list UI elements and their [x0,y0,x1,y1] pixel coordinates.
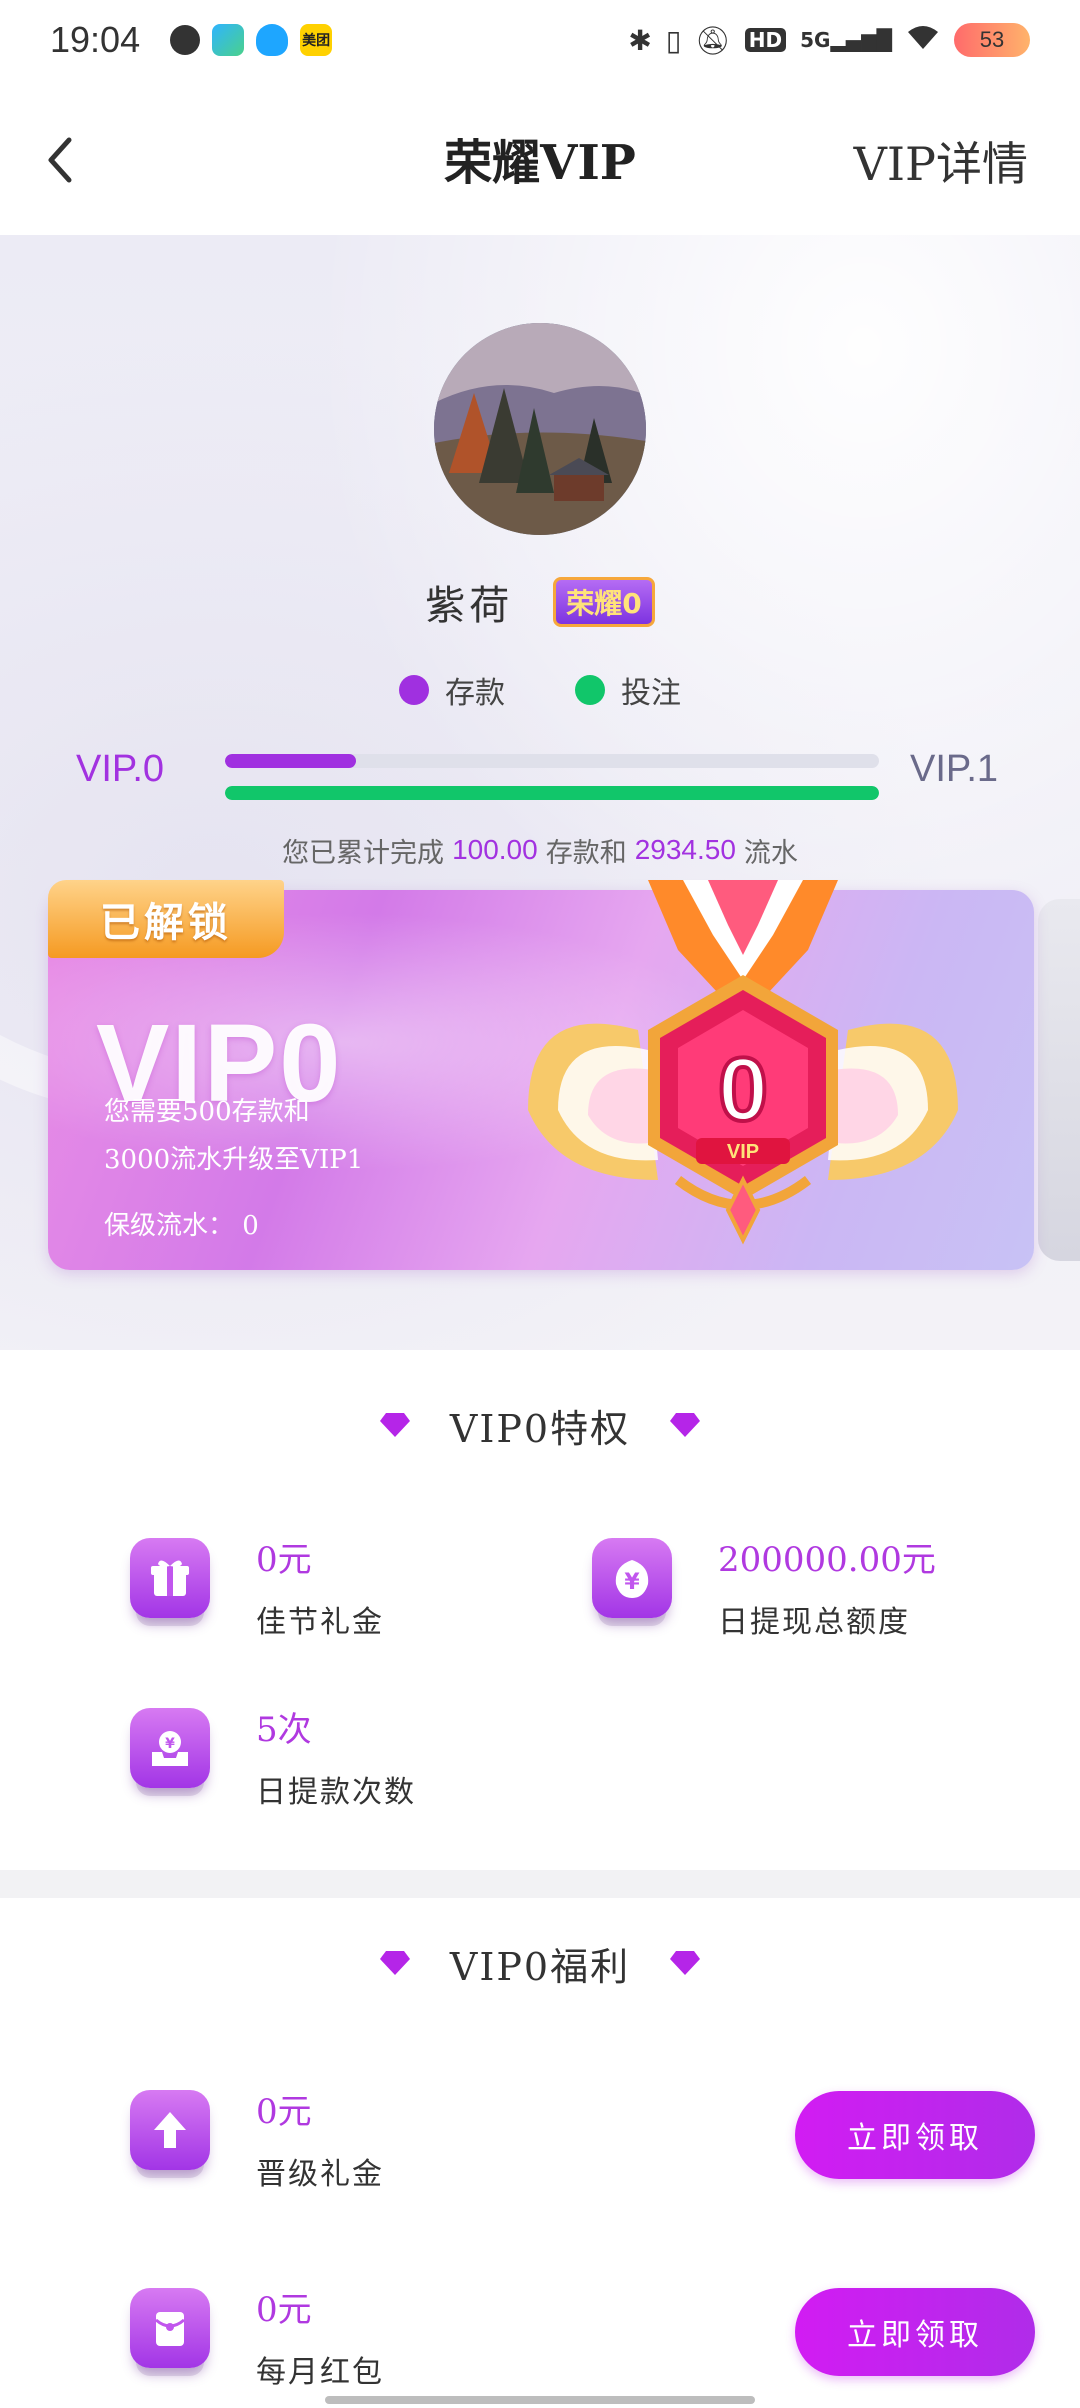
summary-middle: 存款和 [545,837,627,869]
bet-dot [575,675,605,705]
level-badge: 荣耀0 [553,577,655,627]
summary-prefix: 您已累计完成 [282,837,445,869]
vip-level-card[interactable]: 已解锁 VIP0 您需要500存款和 3000流水升级至VIP1 保级流水： 0 [48,880,1034,1270]
legend-bet-label: 投注 [621,676,681,711]
legend-deposit-label: 存款 [445,676,505,711]
monthly-red-envelope-value: 0元 [256,2290,312,2330]
bet-progress-fill [225,786,879,800]
app-header: 荣耀VIP VIP详情 [0,80,1080,235]
level-progress: VIP.0 VIP.1 [0,740,1080,820]
diamond-icon [670,1951,701,1975]
legend-bet: 投注 [575,668,681,712]
keep-level-turnover: 保级流水： 0 [104,1211,259,1241]
claim-upgrade-bonus-button[interactable]: 立即领取 [795,2091,1035,2179]
deposit-progress-bar [225,754,879,768]
vip-hero: 紫荷 荣耀0 存款 投注 VIP.0 VIP.1 您已累计完成 100.00 存… [0,235,1080,1350]
legend-deposit: 存款 [399,668,505,712]
privileges-section: VIP0特权 0元 佳节礼金 ¥ 200000.00元 日提现总额度 ¥ 5次 … [0,1350,1080,1870]
requirement-line-2: 3000流水升级至VIP1 [104,1145,364,1175]
avatar[interactable] [434,323,646,535]
home-indicator[interactable] [325,2396,755,2404]
welfare-item-upgrade-bonus: 0元 晋级礼金 [130,2080,384,2193]
privilege-item-holiday-gift: 0元 佳节礼金 [130,1528,384,1641]
radar-app-icon [212,24,245,56]
status-bar: 19:04 美团 ✱ ▯ 🔕︎ HD 5G▂▄▆█ 53 [0,0,1080,80]
progress-summary: 您已累计完成 100.00 存款和 2934.50 流水 [0,825,1080,875]
red-envelope-icon [130,2288,210,2368]
yen-bag-icon: ¥ [592,1538,672,1618]
bluetooth-icon: ✱ [628,23,652,57]
status-time: 19:04 [50,19,141,60]
privilege-item-daily-withdraw-count: ¥ 5次 日提款次数 [130,1698,416,1811]
bet-progress-bar [225,786,879,800]
gift-icon [130,1538,210,1618]
vibrate-icon: ▯ [665,23,682,57]
claim-monthly-red-envelope-button[interactable]: 立即领取 [795,2288,1035,2376]
requirement-line-1: 您需要500存款和 [104,1097,310,1127]
current-level-label: VIP.0 [76,748,165,790]
next-level-label: VIP.1 [910,748,999,790]
privileges-title: VIP0特权 [449,1406,631,1451]
medal-vip-text: VIP [727,1141,759,1163]
back-button[interactable] [30,125,90,195]
section-divider [0,1870,1080,1898]
upgrade-bonus-value: 0元 [256,2092,312,2132]
meituan-icon: 美团 [300,24,333,56]
nfc-icon [170,25,201,55]
summary-suffix: 流水 [743,837,798,869]
5g-signal-icon: 5G▂▄▆█ [800,28,892,52]
holiday-gift-label: 佳节礼金 [256,1605,384,1640]
profile-row: 紫荷 荣耀0 [0,567,1080,637]
vip-medal-icon: 0 VIP [528,880,958,1245]
hd-icon: HD [744,28,787,52]
diamond-icon [379,1951,410,1975]
deposit-amount: 100.00 [452,834,538,865]
welfare-item-monthly-red-envelope: 0元 每月红包 [130,2278,384,2391]
welfare-title: VIP0福利 [449,1944,631,1989]
battery-indicator: 53 [954,23,1030,57]
daily-withdraw-count-value: 5次 [256,1710,312,1750]
unlocked-tag: 已解锁 [48,880,284,958]
deposit-progress-fill [225,754,356,768]
welfare-title-row: VIP0福利 [0,1928,1080,1998]
upgrade-bonus-label: 晋级礼金 [256,2157,384,2192]
next-vip-card[interactable] [1038,899,1080,1261]
deposit-dot [399,675,429,705]
vip-details-link[interactable]: VIP详情 [854,128,1028,194]
diamond-icon [670,1413,701,1437]
withdraw-tray-icon: ¥ [130,1708,210,1788]
holiday-gift-value: 0元 [256,1540,312,1580]
turnover-amount: 2934.50 [634,834,736,865]
daily-withdraw-limit-label: 日提现总额度 [718,1605,910,1640]
diamond-icon [379,1413,410,1437]
medal-number: 0 [718,1040,768,1140]
privileges-title-row: VIP0特权 [0,1390,1080,1460]
wifi-icon [906,23,940,58]
monthly-red-envelope-label: 每月红包 [256,2355,384,2390]
username: 紫荷 [425,583,514,629]
svg-text:¥: ¥ [165,1736,175,1752]
daily-withdraw-limit-value: 200000.00元 [718,1540,936,1580]
svg-text:¥: ¥ [624,1570,640,1595]
qq-icon [256,24,289,56]
network-type: 5G [800,28,831,52]
upgrade-requirement: 您需要500存款和 3000流水升级至VIP1 [104,1088,363,1184]
privilege-item-daily-withdraw-limit: ¥ 200000.00元 日提现总额度 [592,1528,936,1641]
progress-legend: 存款 投注 [0,665,1080,715]
upgrade-arrow-icon [130,2090,210,2170]
daily-withdraw-count-label: 日提款次数 [256,1775,416,1810]
mute-icon: 🔕︎ [695,23,731,57]
page-title: 荣耀VIP [444,134,636,191]
status-right-icons: ✱ ▯ 🔕︎ HD 5G▂▄▆█ 53 [628,23,1030,58]
chevron-left-icon [48,137,72,183]
welfare-section: VIP0福利 0元 晋级礼金 立即领取 0元 每月红包 立即领取 [0,1898,1080,2408]
